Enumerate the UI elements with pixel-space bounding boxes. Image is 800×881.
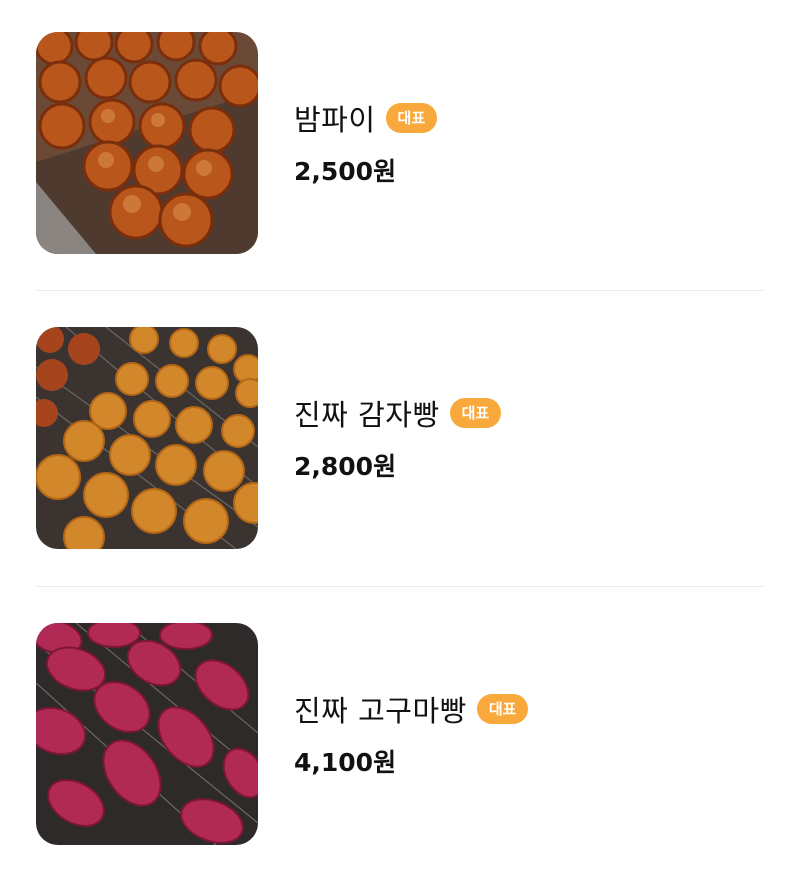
menu-item-sweet-potato-bread[interactable]: 진짜 고구마빵 대표 4,100원 [36, 623, 764, 845]
divider [36, 586, 764, 587]
menu-item-price: 2,800원 [294, 452, 397, 481]
menu-item-info: 진짜 고구마빵 대표 4,100원 [294, 689, 529, 779]
menu-item-photo [36, 32, 258, 254]
chestnut-pie-photo [36, 32, 258, 254]
menu-item-info: 진짜 감자빵 대표 2,800원 [294, 393, 502, 483]
menu-item-name: 밤파이 [294, 103, 376, 137]
sweet-potato-bread-photo [36, 623, 258, 845]
menu-item-chestnut-pie[interactable]: 밤파이 대표 2,500원 [36, 32, 764, 254]
menu-item-photo [36, 327, 258, 549]
menu-item-photo [36, 623, 258, 845]
menu-item-name: 진짜 감자빵 [294, 398, 440, 432]
menu-item-info: 밤파이 대표 2,500원 [294, 98, 438, 188]
signature-badge: 대표 [476, 694, 529, 724]
menu-item-potato-bread[interactable]: 진짜 감자빵 대표 2,800원 [36, 327, 764, 549]
menu-item-price: 4,100원 [294, 748, 397, 777]
signature-badge: 대표 [385, 103, 438, 133]
menu-item-price: 2,500원 [294, 157, 397, 186]
signature-badge: 대표 [449, 398, 502, 428]
potato-bread-photo [36, 327, 258, 549]
menu-item-name: 진짜 고구마빵 [294, 694, 467, 728]
divider [36, 290, 764, 291]
